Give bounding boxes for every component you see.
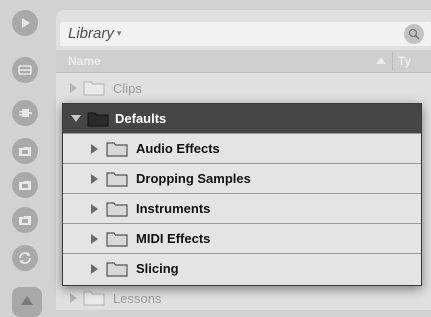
disclosure-triangle-icon[interactable] <box>91 203 98 214</box>
folder-icon <box>106 171 128 187</box>
triangle-up-icon <box>21 296 33 305</box>
defaults-folder-expanded: Defaults Audio Effects Dropping Samples … <box>62 103 422 286</box>
folder-icon <box>106 201 128 217</box>
folder-icon <box>106 231 128 247</box>
list-item-label: Clips <box>113 80 142 96</box>
clip-icon[interactable] <box>12 57 38 83</box>
list-item-label: Audio Effects <box>136 141 220 156</box>
list-item-label: MIDI Effects <box>136 231 211 246</box>
list-item-label: Slicing <box>136 261 179 276</box>
play-icon[interactable] <box>12 10 38 36</box>
list-item[interactable]: Instruments <box>63 193 421 223</box>
folder-icon[interactable] <box>12 207 38 233</box>
column-divider[interactable] <box>392 52 393 70</box>
list-item-label: Dropping Samples <box>136 171 251 186</box>
list-item[interactable]: Dropping Samples <box>63 163 421 193</box>
disclosure-triangle-icon[interactable] <box>70 293 77 303</box>
column-type-header[interactable]: Ty <box>398 54 411 68</box>
chevron-down-icon: ▾ <box>116 28 122 38</box>
folder-icon[interactable] <box>12 138 38 164</box>
search-icon[interactable] <box>404 24 424 44</box>
folder-icon <box>106 261 128 277</box>
sort-ascending-icon[interactable] <box>376 57 386 64</box>
refresh-icon[interactable] <box>12 245 38 271</box>
list-item-label: Lessons <box>113 290 162 306</box>
folder-icon <box>83 81 105 96</box>
disclosure-triangle-open-icon[interactable] <box>71 115 81 122</box>
disclosure-triangle-icon[interactable] <box>70 83 77 93</box>
folder-icon <box>83 291 105 306</box>
list-item[interactable]: Slicing <box>63 253 421 283</box>
folder-icon[interactable] <box>12 172 38 198</box>
list-item-selected[interactable]: Defaults <box>63 104 421 133</box>
column-name-header[interactable]: Name <box>68 54 101 68</box>
list-item[interactable]: Audio Effects <box>63 133 421 163</box>
folder-icon <box>106 141 128 157</box>
left-icon-strip <box>0 0 52 317</box>
disclosure-triangle-icon[interactable] <box>91 173 98 184</box>
library-search-bar[interactable]: Library ▾ <box>60 22 431 46</box>
column-header: Name Ty <box>56 50 431 73</box>
folder-icon <box>87 112 109 126</box>
disclosure-triangle-icon[interactable] <box>91 263 98 274</box>
library-title[interactable]: Library ▾ <box>68 25 121 42</box>
list-item[interactable]: Clips <box>70 74 142 102</box>
plugin-icon[interactable] <box>12 100 38 126</box>
disclosure-triangle-icon[interactable] <box>91 233 98 244</box>
list-item[interactable]: Lessons <box>70 284 161 310</box>
collapse-tab[interactable] <box>12 287 42 317</box>
list-item-label: Defaults <box>115 111 167 126</box>
list-item[interactable]: MIDI Effects <box>63 223 421 253</box>
disclosure-triangle-icon[interactable] <box>91 143 98 154</box>
list-item-label: Instruments <box>136 201 211 216</box>
